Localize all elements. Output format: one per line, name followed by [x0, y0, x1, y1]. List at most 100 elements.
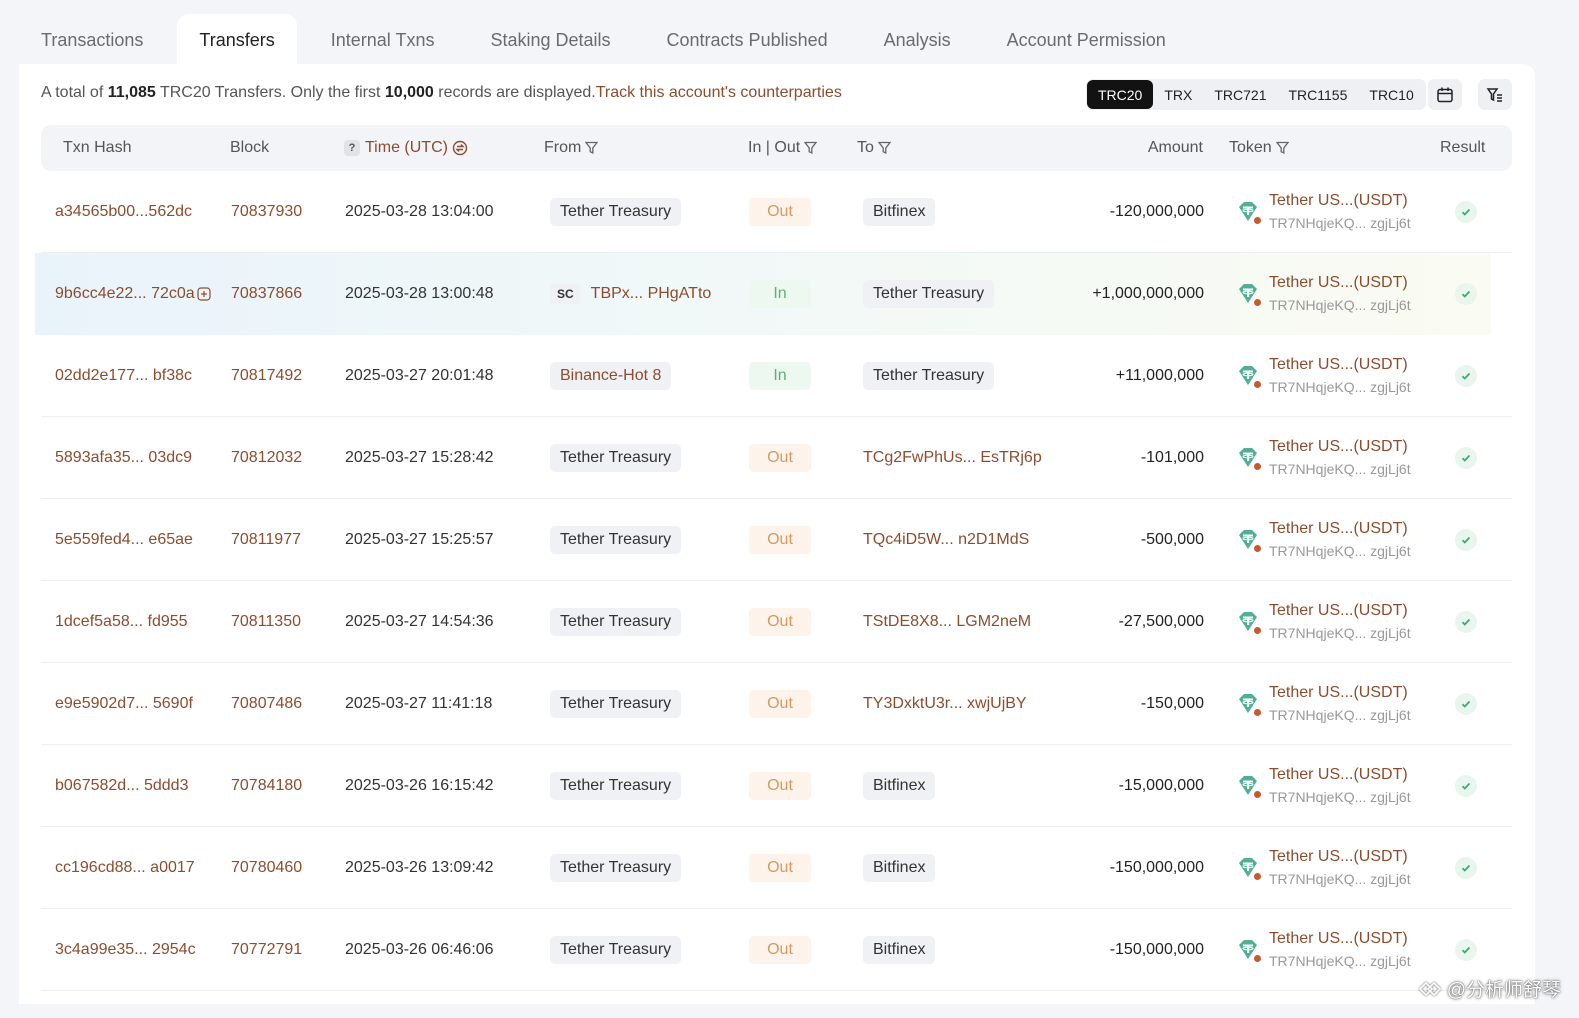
tab-contracts-published[interactable]: Contracts Published [645, 14, 850, 66]
to-tag[interactable]: Bitfinex [863, 936, 936, 964]
txn-hash-link[interactable]: cc196cd88... a0017 [55, 859, 195, 877]
token-contract-address[interactable]: TR7NHqjeKQ... zgjLj6t [1269, 212, 1411, 234]
from-tag[interactable]: Tether Treasury [550, 854, 682, 882]
block-link[interactable]: 70811350 [231, 581, 301, 663]
block-link[interactable]: 70807486 [231, 663, 302, 745]
token-name-link[interactable]: Tether US...(USDT) [1269, 190, 1411, 212]
txn-hash-link[interactable]: 02dd2e177... bf38c [55, 367, 192, 385]
txn-hash-link[interactable]: 9b6cc4e22... 72c0a [55, 285, 195, 303]
from-address[interactable]: TBPx... PHgATto [591, 285, 712, 303]
token-contract-address[interactable]: TR7NHqjeKQ... zgjLj6t [1269, 458, 1411, 480]
token-contract-address[interactable]: TR7NHqjeKQ... zgjLj6t [1269, 868, 1411, 890]
token-name-link[interactable]: Tether US...(USDT) [1269, 272, 1411, 294]
col-time[interactable]: ? Time (UTC) [344, 125, 468, 171]
track-counterparties-link[interactable]: Track this account's counterparties [596, 84, 842, 101]
from-cell: Tether Treasury [550, 417, 682, 499]
to-tag[interactable]: Bitfinex [863, 854, 936, 882]
from-tag[interactable]: Tether Treasury [550, 526, 682, 554]
block-link[interactable]: 70811977 [231, 499, 301, 581]
toggle-trc10[interactable]: TRC10 [1358, 80, 1424, 109]
date-filter-button[interactable] [1428, 79, 1462, 110]
toggle-trc1155[interactable]: TRC1155 [1278, 80, 1359, 109]
tab-staking-details[interactable]: Staking Details [468, 14, 632, 66]
tab-analysis[interactable]: Analysis [862, 14, 973, 66]
tab-internal-txns[interactable]: Internal Txns [309, 14, 457, 66]
to-address[interactable]: TStDE8X8... LGM2neM [863, 613, 1031, 631]
from-tag[interactable]: Tether Treasury [550, 936, 682, 964]
toggle-trc721[interactable]: TRC721 [1203, 80, 1277, 109]
toggle-trx[interactable]: TRX [1153, 80, 1203, 109]
txn-hash-link[interactable]: e9e5902d7... 5690f [55, 695, 193, 713]
col-token[interactable]: Token [1229, 125, 1289, 171]
from-tag[interactable]: Binance-Hot 8 [550, 362, 672, 390]
token-name-link[interactable]: Tether US...(USDT) [1269, 764, 1411, 786]
funnel-icon[interactable] [585, 141, 599, 155]
to-tag[interactable]: Bitfinex [863, 198, 936, 226]
to-address[interactable]: TQc4iD5W... n2D1MdS [863, 531, 1029, 549]
from-tag[interactable]: Tether Treasury [550, 608, 682, 636]
txn-hash-link[interactable]: 1dcef5a58... fd955 [55, 613, 188, 631]
amount-cell: +1,000,000,000 [1092, 285, 1204, 302]
from-tag[interactable]: Tether Treasury [550, 772, 682, 800]
txn-hash-link[interactable]: 5893afa35... 03dc9 [55, 449, 192, 467]
block-link[interactable]: 70772791 [231, 909, 302, 991]
txn-hash-link[interactable]: a34565b00...562dc [55, 203, 192, 221]
block-link[interactable]: 70780460 [231, 827, 302, 909]
token-contract-address[interactable]: TR7NHqjeKQ... zgjLj6t [1269, 376, 1411, 398]
txn-hash-link[interactable]: 3c4a99e35... 2954c [55, 941, 196, 959]
token-contract-address[interactable]: TR7NHqjeKQ... zgjLj6t [1269, 704, 1411, 726]
result-cell [1455, 253, 1477, 335]
help-icon[interactable]: ? [344, 140, 360, 156]
to-address[interactable]: TY3DxktU3r... xwjUjBY [863, 695, 1027, 713]
token-contract-address[interactable]: TR7NHqjeKQ... zgjLj6t [1269, 622, 1411, 644]
col-in-out-label: In | Out [748, 139, 801, 156]
block-link[interactable]: 70812032 [231, 417, 302, 499]
token-name-link[interactable]: Tether US...(USDT) [1269, 600, 1411, 622]
txn-hash-link[interactable]: b067582d... 5ddd3 [55, 777, 188, 795]
from-cell: Tether Treasury [550, 745, 682, 827]
txn-hash-cell: 5893afa35... 03dc9 [55, 417, 192, 499]
txn-hash-cell: b067582d... 5ddd3 [55, 745, 188, 827]
tether-usdt-icon [1235, 445, 1262, 471]
toggle-trc20[interactable]: TRC20 [1087, 80, 1154, 109]
block-link[interactable]: 70837930 [231, 171, 302, 253]
from-tag[interactable]: Tether Treasury [550, 690, 682, 718]
token-name-link[interactable]: Tether US...(USDT) [1269, 682, 1411, 704]
col-from[interactable]: From [544, 125, 599, 171]
tab-transactions[interactable]: Transactions [19, 14, 165, 66]
funnel-icon[interactable] [804, 141, 818, 155]
to-cell: TY3DxktU3r... xwjUjBY [863, 663, 1027, 745]
token-contract-address[interactable]: TR7NHqjeKQ... zgjLj6t [1269, 950, 1411, 972]
token-name-link[interactable]: Tether US...(USDT) [1269, 846, 1411, 868]
to-tag[interactable]: Bitfinex [863, 772, 936, 800]
sort-icon[interactable] [452, 140, 468, 156]
col-in-out[interactable]: In | Out [748, 125, 818, 171]
token-name-link[interactable]: Tether US...(USDT) [1269, 354, 1411, 376]
token-contract-address[interactable]: TR7NHqjeKQ... zgjLj6t [1269, 786, 1411, 808]
to-tag[interactable]: Tether Treasury [863, 280, 995, 308]
col-to[interactable]: To [857, 125, 891, 171]
funnel-icon[interactable] [877, 141, 891, 155]
tab-transfers[interactable]: Transfers [177, 14, 297, 66]
tab-account-permission[interactable]: Account Permission [985, 14, 1188, 66]
col-result: Result [1440, 139, 1486, 156]
block-link[interactable]: 70784180 [231, 745, 302, 827]
txn-hash-cell: cc196cd88... a0017 [55, 827, 195, 909]
from-tag[interactable]: Tether Treasury [550, 198, 682, 226]
tether-usdt-icon [1235, 609, 1262, 635]
token-name-link[interactable]: Tether US...(USDT) [1269, 518, 1411, 540]
from-cell: Tether Treasury [550, 909, 682, 991]
advanced-filter-button[interactable] [1478, 79, 1512, 110]
txn-hash-link[interactable]: 5e559fed4... e65ae [55, 531, 193, 549]
token-contract-address[interactable]: TR7NHqjeKQ... zgjLj6t [1269, 294, 1411, 316]
to-address[interactable]: TCg2FwPhUs... EsTRj6p [863, 449, 1042, 467]
block-link[interactable]: 70837866 [231, 253, 302, 335]
token-name-link[interactable]: Tether US...(USDT) [1269, 928, 1411, 950]
block-link[interactable]: 70817492 [231, 335, 302, 417]
plus-box-icon[interactable] [197, 287, 211, 301]
token-name-link[interactable]: Tether US...(USDT) [1269, 436, 1411, 458]
from-tag[interactable]: Tether Treasury [550, 444, 682, 472]
to-tag[interactable]: Tether Treasury [863, 362, 995, 390]
token-contract-address[interactable]: TR7NHqjeKQ... zgjLj6t [1269, 540, 1411, 562]
funnel-icon[interactable] [1275, 141, 1289, 155]
